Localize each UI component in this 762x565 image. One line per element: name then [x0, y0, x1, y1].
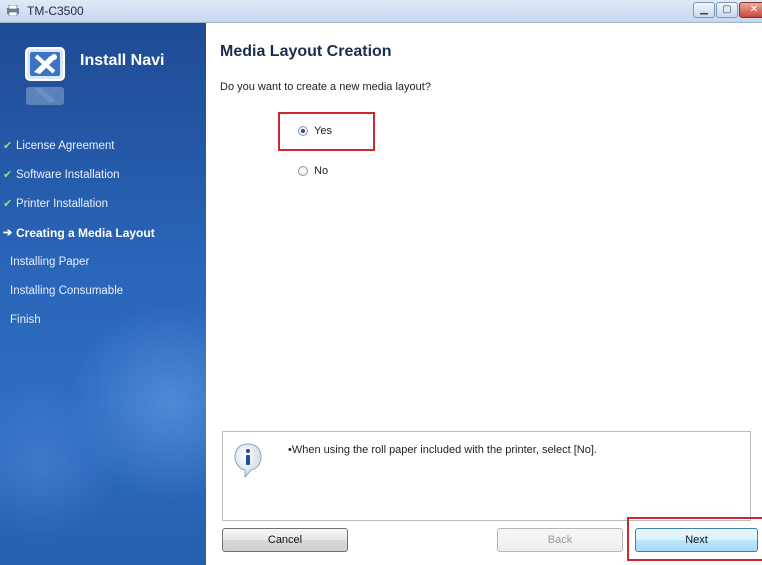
- logo-reflection: [26, 87, 64, 105]
- highlight-box-yes: [278, 112, 375, 151]
- step-installing-paper: Installing Paper: [0, 251, 206, 280]
- radio-button-no[interactable]: [298, 166, 308, 176]
- back-button[interactable]: Back: [497, 528, 623, 552]
- sidebar-brand-title: Install Navi: [80, 52, 165, 69]
- info-message: •When using the roll paper included with…: [288, 444, 597, 456]
- checkmark-icon: ✔: [3, 198, 13, 210]
- step-software-installation: ✔ Software Installation: [0, 164, 206, 193]
- arrow-right-icon: ➔: [3, 227, 13, 239]
- window-title: TM-C3500: [27, 4, 84, 18]
- info-icon: [234, 443, 262, 479]
- question-text: Do you want to create a new media layout…: [220, 81, 431, 93]
- cancel-button[interactable]: Cancel: [222, 528, 348, 552]
- checkmark-icon: ✔: [3, 169, 13, 181]
- radio-label-no: No: [314, 165, 329, 177]
- main-panel: Media Layout Creation Do you want to cre…: [206, 23, 762, 565]
- step-creating-media-layout: ➔ Creating a Media Layout: [0, 222, 206, 251]
- step-printer-installation: ✔ Printer Installation: [0, 193, 206, 222]
- close-icon: ✕: [749, 4, 759, 15]
- highlight-box-next: [627, 517, 762, 561]
- step-label: Installing Consumable: [10, 285, 124, 297]
- step-label: Software Installation: [16, 169, 120, 181]
- maximize-button[interactable]: ▢: [716, 2, 738, 18]
- step-license-agreement: ✔ License Agreement: [0, 135, 206, 164]
- info-box: •When using the roll paper included with…: [222, 431, 751, 521]
- minimize-button[interactable]: ▁: [693, 2, 715, 18]
- minimize-icon: ▁: [700, 4, 708, 15]
- maximize-icon: ▢: [722, 4, 732, 15]
- step-label: Creating a Media Layout: [16, 226, 155, 240]
- step-label: Installing Paper: [10, 256, 90, 268]
- page-title: Media Layout Creation: [220, 43, 392, 60]
- close-button[interactable]: ✕: [739, 2, 762, 18]
- step-finish: Finish: [0, 309, 206, 338]
- step-installing-consumable: Installing Consumable: [0, 280, 206, 309]
- step-label: Printer Installation: [16, 198, 109, 210]
- printer-app-icon: [7, 5, 19, 16]
- checkmark-icon: ✔: [3, 140, 13, 152]
- window-title-bar: TM-C3500 ▁ ▢ ✕: [0, 0, 762, 23]
- install-steps-list: ✔ License Agreement ✔ Software Installat…: [0, 135, 206, 338]
- radio-no[interactable]: No: [286, 163, 366, 181]
- step-label: License Agreement: [16, 140, 115, 152]
- sidebar: Install Navi ✔ License Agreement ✔ Softw…: [0, 23, 206, 565]
- step-label: Finish: [10, 314, 41, 326]
- install-navi-logo-icon: [25, 47, 65, 81]
